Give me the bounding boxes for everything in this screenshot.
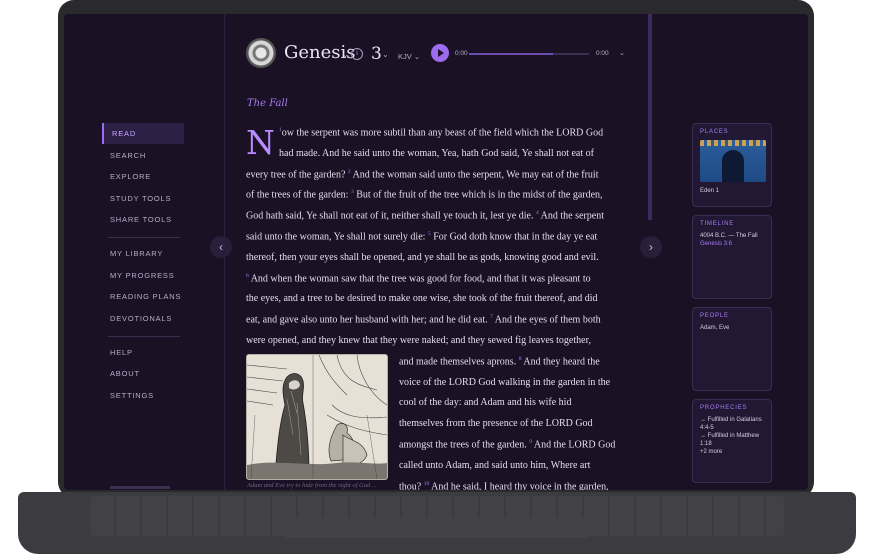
app-screen: READ SEARCH EXPLORE STUDY TOOLS SHARE TO… xyxy=(64,14,808,490)
verse-text: And when the woman saw that the tree was… xyxy=(248,272,591,284)
time-current: 0:00 xyxy=(455,50,468,57)
prophecy-item[interactable]: → Fulfilled in Matthew 1:18 xyxy=(700,432,764,448)
nav-divider xyxy=(108,336,180,337)
scripture-line: had made. And he said unto the woman, Ye… xyxy=(279,148,594,159)
timeline-reference[interactable]: Genesis 3:6 xyxy=(700,240,764,248)
verse-text: ow the serpent was more subtil than any … xyxy=(281,127,604,139)
verse-text: themselves from the presence of the LORD… xyxy=(399,418,593,430)
version-selector[interactable]: KJV ⌄ xyxy=(398,52,420,61)
drop-cap: N xyxy=(246,123,275,162)
nav-my-library[interactable]: MY LIBRARY xyxy=(102,243,184,264)
scripture-line: 6 And when the woman saw that the tree w… xyxy=(246,273,591,284)
scripture-line: every tree of the garden? 2 And the woma… xyxy=(246,169,598,180)
chevron-down-icon[interactable]: ⌄ xyxy=(342,50,349,59)
places-panel[interactable]: PLACES Eden 1 xyxy=(692,123,772,207)
illustration-caption: Adam and Eve try to hide from the sight … xyxy=(247,482,377,489)
info-icon[interactable]: i xyxy=(351,48,363,60)
scripture-line: were opened, and they knew that they wer… xyxy=(246,335,591,346)
verse-text: amongst the trees of the garden. xyxy=(399,439,530,451)
people-panel[interactable]: PEOPLE Adam, Eve xyxy=(692,307,772,391)
verse-text: For God doth know that in the day ye eat xyxy=(430,231,598,243)
trackpad xyxy=(285,518,590,538)
verse-text: eat, and gave also unto her husband with… xyxy=(246,314,491,326)
book-icon[interactable] xyxy=(246,38,276,68)
verse-text: And the LORD God xyxy=(531,439,616,451)
chevron-down-icon[interactable]: ⌄ xyxy=(382,50,389,59)
prophecies-label: PROPHECIES xyxy=(700,405,748,411)
prophecies-panel[interactable]: PROPHECIES → Fulfilled in Galatians 4:4-… xyxy=(692,399,772,483)
verse-text: had made. And he said unto the woman, Ye… xyxy=(279,147,594,159)
verse-text: said unto the woman, Ye shall not surely… xyxy=(246,231,428,243)
nav-devotionals[interactable]: DEVOTIONALS xyxy=(102,308,184,329)
section-title: The Fall xyxy=(247,98,288,109)
verse-text: thou? xyxy=(399,480,424,490)
verse-text: the eyes, and a tree to be desired to ma… xyxy=(246,293,598,305)
illustration-image[interactable] xyxy=(246,354,388,480)
verse-text: thereof, then your eyes shall be opened,… xyxy=(246,251,599,263)
verse-text: every tree of the garden? xyxy=(246,168,348,180)
engraving-illustration xyxy=(247,355,387,479)
scripture-line: thereof, then your eyes shall be opened,… xyxy=(246,252,599,263)
nav-settings[interactable]: SETTINGS xyxy=(102,385,184,406)
scripture-line: voice of the LORD God walking in the gar… xyxy=(399,377,610,388)
chevron-left-icon[interactable]: ‹ xyxy=(210,236,232,258)
scripture-line: God hath said, Ye shall not eat of it, n… xyxy=(246,210,604,221)
timeline-panel[interactable]: TIMELINE 4004 B.C. — The Fall Genesis 3:… xyxy=(692,215,772,299)
nav-my-progress[interactable]: MY PROGRESS xyxy=(102,265,184,286)
nav-read[interactable]: READ xyxy=(102,123,184,144)
verse-text: And the eyes of them both xyxy=(492,314,601,326)
chevron-down-icon[interactable]: ⌄ xyxy=(619,49,625,57)
nav-search[interactable]: SEARCH xyxy=(102,145,184,166)
chevron-right-icon[interactable]: › xyxy=(640,236,662,258)
verse-text: of the trees of the garden: xyxy=(246,189,351,201)
prophecies-more[interactable]: +2 more xyxy=(700,448,764,456)
verse-text: And he said, I heard thy voice in the ga… xyxy=(429,480,609,490)
people-list[interactable]: Adam, Eve xyxy=(700,324,764,332)
audio-progress-fill xyxy=(469,53,553,55)
places-label: PLACES xyxy=(700,129,729,135)
verse-text: called unto Adam, and said unto him, Whe… xyxy=(399,459,591,471)
place-image[interactable] xyxy=(700,140,766,182)
place-name[interactable]: Eden 1 xyxy=(700,187,764,195)
scripture-line: of the trees of the garden: 3 But of the… xyxy=(246,189,603,200)
verse-text: God hath said, Ye shall not eat of it, n… xyxy=(246,210,536,222)
prophecy-item[interactable]: → Fulfilled in Galatians 4:4-5 xyxy=(700,416,764,432)
nav-divider xyxy=(108,237,180,238)
scripture-line: eat, and gave also unto her husband with… xyxy=(246,314,601,325)
nav-share-tools[interactable]: SHARE TOOLS xyxy=(102,209,184,230)
nav-reading-plans[interactable]: READING PLANS xyxy=(102,286,184,307)
scroll-indicator[interactable] xyxy=(648,14,652,220)
scripture-line: thou? 10 And he said, I heard thy voice … xyxy=(399,481,609,490)
verse-text: cool of the day: and Adam and his wife h… xyxy=(399,397,572,409)
scripture-line: amongst the trees of the garden. 9 And t… xyxy=(399,439,615,450)
nav-study-tools[interactable]: STUDY TOOLS xyxy=(102,188,184,209)
scripture-line: themselves from the presence of the LORD… xyxy=(399,418,593,429)
verse-text: But of the fruit of the tree which is in… xyxy=(353,189,603,201)
scripture-line: and made themselves aprons. 8 And they h… xyxy=(399,356,600,367)
scripture-line: the eyes, and a tree to be desired to ma… xyxy=(246,293,598,304)
sidebar-nav: READ SEARCH EXPLORE STUDY TOOLS SHARE TO… xyxy=(64,14,225,490)
verse-text: And the serpent xyxy=(538,210,604,222)
verse-text: and made themselves aprons. xyxy=(399,356,519,368)
nav-help[interactable]: HELP xyxy=(102,342,184,363)
scripture-line: cool of the day: and Adam and his wife h… xyxy=(399,397,571,408)
people-label: PEOPLE xyxy=(700,313,729,319)
nav-explore[interactable]: EXPLORE xyxy=(102,166,184,187)
timeline-label: TIMELINE xyxy=(700,221,735,227)
scripture-line: called unto Adam, and said unto him, Whe… xyxy=(399,460,590,471)
play-icon[interactable] xyxy=(431,44,449,62)
scripture-line: 1ow the serpent was more subtil than any… xyxy=(279,127,603,138)
verse-text: voice of the LORD God walking in the gar… xyxy=(399,376,611,388)
scripture-line: said unto the woman, Ye shall not surely… xyxy=(246,231,597,242)
chapter-number[interactable]: 3 xyxy=(371,44,382,64)
nav-footer xyxy=(110,486,170,489)
audio-progress-track[interactable] xyxy=(469,53,589,55)
time-total: 0:00 xyxy=(596,50,609,57)
verse-text: And they heard the xyxy=(521,356,600,368)
verse-text: And the woman said unto the serpent, We … xyxy=(350,168,599,180)
nav-about[interactable]: ABOUT xyxy=(102,363,184,384)
timeline-event: 4004 B.C. — The Fall xyxy=(700,233,758,239)
verse-text: were opened, and they knew that they wer… xyxy=(246,335,592,346)
